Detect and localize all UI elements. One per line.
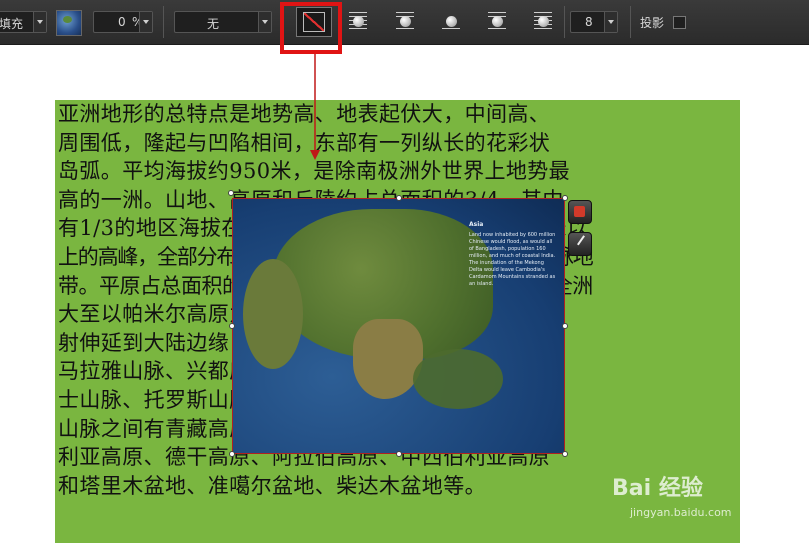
watermark-brand: Bai 经验 xyxy=(612,476,703,501)
watermark-url: jingyan.baidu.com xyxy=(630,506,732,519)
watermark: Bai 经验 jingyan.baidu.com xyxy=(612,470,732,519)
